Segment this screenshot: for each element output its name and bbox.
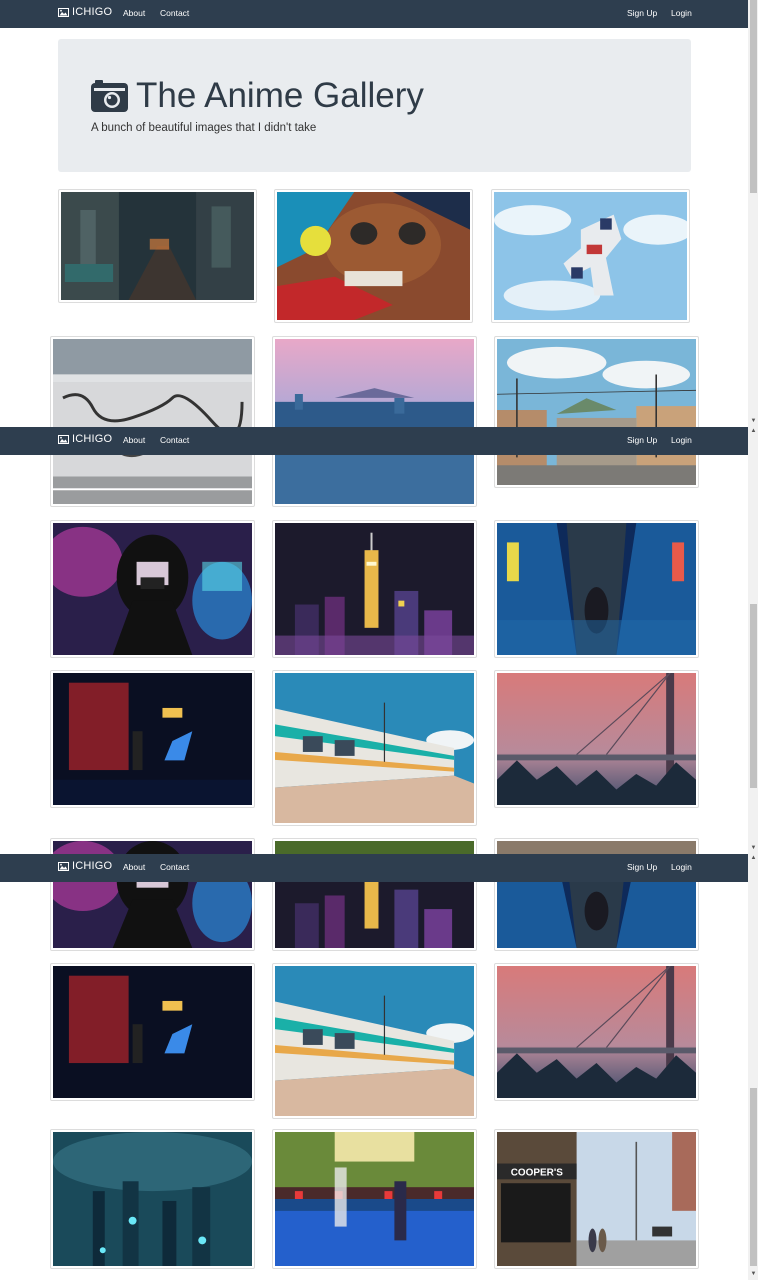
- page: ICHIGO About Contact Sign Up Login The A…: [0, 0, 748, 1280]
- nav-signup-link[interactable]: Sign Up: [627, 435, 657, 445]
- brand-label: ICHIGO: [72, 433, 113, 445]
- foggy-bridge-image: [497, 966, 696, 1098]
- train-platform-image: [275, 673, 474, 823]
- navbar: ICHIGO About Contact Sign Up Login: [0, 427, 748, 455]
- brand-link[interactable]: ICHIGO: [58, 433, 112, 445]
- picture-icon: [58, 7, 69, 17]
- nav-signup-link[interactable]: Sign Up: [627, 8, 657, 18]
- city-skyline-dusk-image: [275, 339, 474, 504]
- neon-street-night-image: [61, 192, 254, 300]
- picture-icon: [58, 861, 69, 871]
- nav-signup-link[interactable]: Sign Up: [627, 862, 657, 872]
- gallery-item[interactable]: COOPER'S: [494, 1129, 699, 1269]
- nav-login-link[interactable]: Login: [671, 435, 692, 445]
- nav-contact-link[interactable]: Contact: [160, 435, 189, 445]
- brand-link[interactable]: ICHIGO: [58, 6, 112, 18]
- gallery-item[interactable]: [272, 963, 477, 1119]
- nav-about-link[interactable]: About: [123, 435, 145, 445]
- navbar: ICHIGO About Contact Sign Up Login: [0, 0, 748, 28]
- gallery-item[interactable]: [50, 1129, 255, 1269]
- graffiti-wall-image: [53, 339, 252, 504]
- street-power-lines-image: [497, 339, 696, 485]
- red-arcade-image: [53, 966, 252, 1098]
- gallery-item[interactable]: [50, 520, 255, 658]
- nav-about-link[interactable]: About: [123, 8, 145, 18]
- scroll-up-arrow-icon[interactable]: ▲: [750, 428, 757, 435]
- picture-icon: [58, 434, 69, 444]
- jumbotron: The Anime Gallery A bunch of beautiful i…: [58, 39, 691, 172]
- scrollbar-thumb[interactable]: [750, 1088, 757, 1266]
- scroll-down-arrow-icon[interactable]: ▼: [750, 845, 757, 852]
- nav-contact-link[interactable]: Contact: [160, 862, 189, 872]
- neon-escalator-image: [497, 523, 696, 655]
- brand-label: ICHIGO: [72, 860, 113, 872]
- gallery-item[interactable]: [50, 336, 255, 507]
- train-platform-image: [275, 966, 474, 1116]
- scroll-down-arrow-icon[interactable]: ▼: [750, 418, 757, 425]
- gallery-item[interactable]: [272, 1129, 477, 1269]
- navbar: ICHIGO About Contact Sign Up Login: [0, 854, 748, 882]
- foggy-bridge-image: [497, 673, 696, 805]
- coopers-street-image: COOPER'S: [497, 1132, 696, 1266]
- graffiti-anime-face-image: [277, 192, 470, 320]
- page-title: The Anime Gallery: [91, 76, 424, 116]
- tower-night-city-image: [275, 523, 474, 655]
- foggy-city-lights-image: [53, 1132, 252, 1266]
- nav-contact-link[interactable]: Contact: [160, 8, 189, 18]
- scroll-down-arrow-icon[interactable]: ▼: [750, 1271, 757, 1278]
- gallery-item[interactable]: [272, 520, 477, 658]
- gallery-item[interactable]: [272, 336, 477, 507]
- scrollbar-thumb[interactable]: [750, 604, 757, 788]
- brand-link[interactable]: ICHIGO: [58, 860, 112, 872]
- gallery-item[interactable]: [494, 336, 699, 488]
- page-title-text: The Anime Gallery: [136, 76, 424, 115]
- gallery-item[interactable]: [50, 670, 255, 808]
- gallery-item[interactable]: [58, 189, 257, 303]
- gallery-item[interactable]: [494, 963, 699, 1101]
- scrollbar-thumb[interactable]: [750, 0, 757, 193]
- nav-login-link[interactable]: Login: [671, 8, 692, 18]
- camera-icon: [91, 80, 128, 112]
- gallery-item[interactable]: [491, 189, 690, 323]
- gallery-item[interactable]: [50, 963, 255, 1101]
- gundam-statue-sky-image: [494, 192, 687, 320]
- red-arcade-image: [53, 673, 252, 805]
- scroll-up-arrow-icon[interactable]: ▲: [750, 855, 757, 862]
- gallery-item[interactable]: [494, 670, 699, 808]
- gallery-item[interactable]: [272, 670, 477, 826]
- bowling-alley-image: [275, 1132, 474, 1266]
- page-subtitle: A bunch of beautiful images that I didn'…: [91, 122, 317, 134]
- neon-girl-mask-image: [53, 523, 252, 655]
- gallery-item[interactable]: [274, 189, 473, 323]
- nav-login-link[interactable]: Login: [671, 862, 692, 872]
- storefront-sign-text: COOPER'S: [511, 1167, 563, 1178]
- nav-about-link[interactable]: About: [123, 862, 145, 872]
- brand-label: ICHIGO: [72, 6, 113, 18]
- gallery-item[interactable]: [494, 520, 699, 658]
